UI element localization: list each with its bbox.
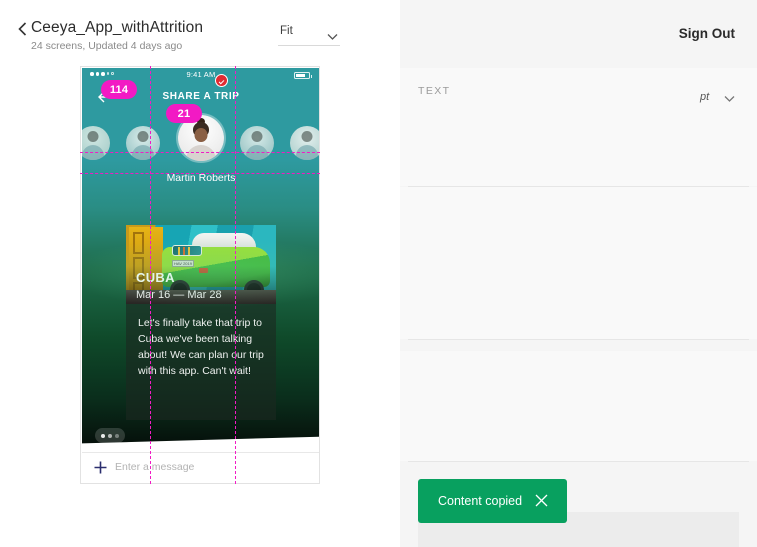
section-divider <box>408 339 749 340</box>
car-body <box>162 247 270 287</box>
avatar[interactable] <box>126 126 160 160</box>
unit-select[interactable]: pt <box>700 87 709 105</box>
battery-icon <box>294 72 310 79</box>
trip-card[interactable]: HAV 2019 CUBA Mar 16 — Mar 28 Let's fina… <box>126 225 276 420</box>
preview-pane: Ceeya_App_withAttrition 24 screens, Upda… <box>0 0 400 547</box>
trip-message: Let's finally take that trip to Cuba we'… <box>138 315 266 379</box>
phone-mockup: 9:41 AM SHARE A TRIP <box>80 66 320 484</box>
trip-title: CUBA <box>136 270 175 285</box>
zoom-select-label: Fit <box>280 25 293 37</box>
phone-screen: 9:41 AM SHARE A TRIP <box>82 68 320 482</box>
toast-message: Content copied <box>438 494 522 508</box>
photo-scrim <box>126 266 276 304</box>
car-roof <box>192 233 256 255</box>
appearance-section <box>400 351 757 461</box>
chevron-down-icon <box>724 90 735 108</box>
unit-select-label: pt <box>700 91 709 103</box>
avatar-face <box>195 128 208 142</box>
trip-dates: Mar 16 — Mar 28 <box>136 289 222 301</box>
selected-member-name: Martin Roberts <box>82 172 320 184</box>
car-wheel <box>244 280 264 300</box>
avatar[interactable] <box>82 126 110 160</box>
back-chevron-icon[interactable] <box>18 22 27 36</box>
zoom-select[interactable]: Fit <box>278 24 340 46</box>
app-scene: 9:41 AM SHARE A TRIP <box>82 68 320 454</box>
tail-light <box>199 268 208 273</box>
project-header: Ceeya_App_withAttrition 24 screens, Upda… <box>0 0 400 60</box>
plus-icon[interactable] <box>94 461 107 474</box>
avatar-body <box>186 145 216 161</box>
project-subtitle: 24 screens, Updated 4 days ago <box>31 40 182 52</box>
car-window <box>172 245 202 256</box>
height-badge: 21 <box>166 104 202 123</box>
street-ground <box>126 290 276 304</box>
text-section-title: TEXT <box>418 85 450 97</box>
preview-toolbar: Report Abuse 5 of 24 Design Specs BETA <box>0 495 400 547</box>
trip-photo: HAV 2019 CUBA Mar 16 — Mar 28 <box>126 225 276 304</box>
close-icon[interactable] <box>535 494 548 507</box>
avatar[interactable] <box>290 126 320 160</box>
message-composer[interactable]: Enter a message <box>82 452 320 482</box>
sign-out-button[interactable]: Sign Out <box>679 26 735 41</box>
chevron-down-icon <box>327 28 338 46</box>
typing-indicator-icon <box>95 428 125 443</box>
license-plate: HAV 2019 <box>172 260 194 267</box>
inspector-pane: Sign Out TEXT pt W 114pt X 131pt 0° H 21… <box>400 0 757 547</box>
yellow-door <box>129 227 163 302</box>
car-wheel <box>170 280 190 300</box>
width-badge: 114 <box>101 80 137 99</box>
design-specs-app: Ceeya_App_withAttrition 24 screens, Upda… <box>0 0 757 547</box>
avatar[interactable] <box>240 126 274 160</box>
copied-toast[interactable]: Content copied <box>418 479 567 523</box>
project-title: Ceeya_App_withAttrition <box>31 19 203 37</box>
text-section <box>400 68 757 186</box>
check-badge-icon <box>215 74 228 87</box>
status-time: 9:41 AM <box>82 70 320 79</box>
member-avatar-row <box>82 112 320 170</box>
message-input-placeholder[interactable]: Enter a message <box>115 461 194 473</box>
section-divider <box>408 461 749 462</box>
styles-section <box>400 187 757 339</box>
